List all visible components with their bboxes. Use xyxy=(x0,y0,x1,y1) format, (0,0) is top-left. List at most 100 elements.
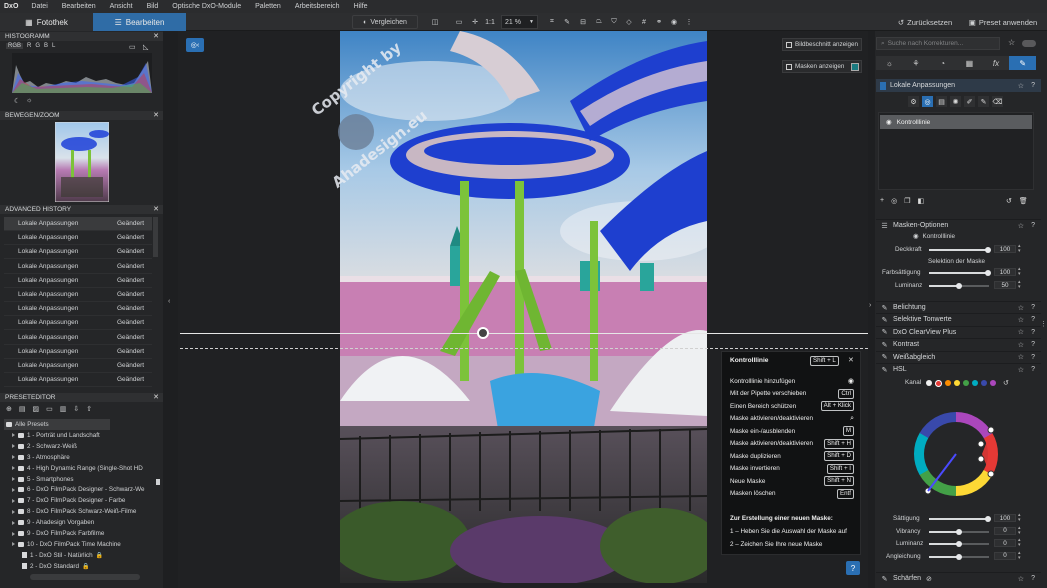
channel-yellow-dot[interactable] xyxy=(954,380,960,386)
grid-overlay-icon[interactable]: # xyxy=(639,15,649,29)
radial-tool-icon[interactable]: ✺ xyxy=(950,96,961,107)
help-icon[interactable]: ? xyxy=(1031,366,1035,373)
menu-datei[interactable]: Datei xyxy=(31,3,47,10)
star-icon[interactable]: ☆ xyxy=(1018,316,1024,324)
opacity-stepper[interactable]: ▴ ▾ xyxy=(1018,244,1021,254)
history-row[interactable]: Lokale Anpassungen Geändert xyxy=(4,245,152,260)
history-row[interactable]: Lokale Anpassungen Geändert xyxy=(4,302,152,317)
collapse-right-icon[interactable]: › xyxy=(869,302,871,309)
control-line-guide[interactable] xyxy=(180,348,868,349)
expand-icon[interactable] xyxy=(12,444,15,449)
section-sun[interactable]: ✎ Belichtung ☆? xyxy=(876,301,1041,313)
luminance-stepper[interactable]: ▴ ▾ xyxy=(1018,280,1021,290)
preset-item[interactable]: 2 - DxO Standard 🔒 xyxy=(22,561,89,572)
close-icon[interactable]: ✕ xyxy=(153,393,159,401)
moon-icon[interactable]: ☾ xyxy=(14,97,20,105)
crop-icon[interactable]: ⌗ xyxy=(547,15,557,29)
eye-slash-icon[interactable]: ⊘ xyxy=(926,575,932,583)
light-tab-icon[interactable]: ☼ xyxy=(876,56,903,70)
preset-item[interactable]: 9 - DxO FilmPack Farbfilme xyxy=(12,528,104,539)
section-clearview[interactable]: ✎ DxO ClearView Plus ☆? xyxy=(876,325,1041,338)
compare-button[interactable]: ◐ Vergleichen xyxy=(352,15,418,29)
channel-blue-dot[interactable] xyxy=(981,380,987,386)
local-tab-icon[interactable]: ✎ xyxy=(1009,56,1037,70)
hsl-color-wheel[interactable] xyxy=(910,408,1002,500)
menu-optische-module[interactable]: Optische DxO-Module xyxy=(172,3,241,10)
mask-list-item[interactable]: ◉ Kontrolllinie xyxy=(880,115,1032,129)
preset-item[interactable]: 3 - Atmosphäre xyxy=(12,452,70,463)
preset-item[interactable]: 1 - DxO Stil - Natürlich 🔒 xyxy=(22,550,103,561)
geometry-tab-icon[interactable]: ▦ xyxy=(956,56,983,70)
trash-icon[interactable]: 🗑 xyxy=(1019,197,1028,205)
menu-bearbeiten[interactable]: Bearbeiten xyxy=(62,3,96,10)
opacity-slider[interactable] xyxy=(929,247,991,253)
preset-item[interactable]: 4 - High Dynamic Range (Single-Shot HD xyxy=(12,463,143,474)
close-icon[interactable]: ✕ xyxy=(153,111,159,119)
expand-icon[interactable] xyxy=(12,477,15,481)
save-preset-icon[interactable]: ▤ xyxy=(19,405,26,413)
navigator-thumbnail[interactable] xyxy=(55,122,109,202)
expand-icon[interactable] xyxy=(12,487,15,492)
history-row[interactable]: Lokale Anpassungen Geändert xyxy=(4,345,152,359)
hsl-stepper[interactable]: ▴ ▾ xyxy=(1018,525,1021,536)
history-scrollbar[interactable] xyxy=(153,217,158,257)
import-icon[interactable]: ⇩ xyxy=(73,405,79,413)
visibility-icon[interactable]: ◎ xyxy=(891,197,897,205)
preset-item[interactable]: 5 - Smartphones xyxy=(12,474,74,485)
invert-icon[interactable]: ◧ xyxy=(917,197,924,205)
expand-icon[interactable] xyxy=(12,466,15,471)
channel-r[interactable]: R xyxy=(27,43,31,49)
expand-icon[interactable] xyxy=(12,542,15,547)
delete-icon[interactable]: ▥ xyxy=(60,405,67,413)
reset-icon[interactable]: ↺ xyxy=(1006,197,1012,205)
help-icon[interactable]: ? xyxy=(1031,575,1035,582)
luminance-sel-slider[interactable] xyxy=(929,283,989,289)
move-icon[interactable]: ✛ xyxy=(470,15,480,29)
section-contrast[interactable]: ✎ Kontrast ☆? xyxy=(876,338,1041,350)
luminance-sel-value[interactable]: 50 xyxy=(994,281,1016,289)
fit-screen-icon[interactable]: ▭ xyxy=(454,15,464,29)
folder-icon[interactable]: ▭ xyxy=(46,405,53,413)
more-icon[interactable]: ⋮ xyxy=(684,15,694,29)
reset-icon[interactable]: ↺ xyxy=(1003,379,1009,387)
close-icon[interactable]: ✕ xyxy=(153,32,159,40)
eraser-icon[interactable]: ⌫ xyxy=(992,96,1003,107)
mask-options-header[interactable]: ☰ Masken-Optionen ☆ ? xyxy=(876,219,1041,231)
channel-magenta-dot[interactable] xyxy=(990,380,996,386)
star-icon[interactable]: ☆ xyxy=(1018,575,1024,583)
eyedropper-icon[interactable]: ✎ xyxy=(562,15,572,29)
star-icon[interactable]: ☆ xyxy=(1018,82,1024,90)
new-preset-icon[interactable]: ⊕ xyxy=(6,405,12,413)
expand-icon[interactable] xyxy=(12,433,15,438)
history-row[interactable]: Lokale Anpassungen Geändert xyxy=(4,260,152,274)
zoom-select[interactable]: 21 % ▼ xyxy=(501,15,538,29)
expand-icon[interactable] xyxy=(12,531,15,536)
hsl-slider-value[interactable]: 100 xyxy=(994,514,1016,522)
channel-red-dot[interactable] xyxy=(935,379,942,387)
section-tone[interactable]: ✎ Selektive Tonwerte ☆? xyxy=(876,313,1041,325)
toggle-switch[interactable] xyxy=(1022,40,1036,47)
saturation-sel-value[interactable]: 100 xyxy=(994,268,1016,276)
brush-tool-icon[interactable]: ✐ xyxy=(964,96,975,107)
hsl-stepper[interactable]: ▴ ▾ xyxy=(1018,513,1021,523)
hsl-slider[interactable] xyxy=(929,553,989,560)
hsl-slider[interactable] xyxy=(929,541,989,548)
expand-icon[interactable] xyxy=(12,498,15,503)
star-icon[interactable]: ☆ xyxy=(1018,328,1024,336)
tab-bearbeiten[interactable]: ☰ Bearbeiten xyxy=(93,13,186,31)
mask-toggle[interactable]: Masken anzeigen xyxy=(782,60,862,73)
search-input[interactable]: ⌕ Suche nach Korrekturen... xyxy=(876,37,1000,50)
star-icon[interactable]: ☆ xyxy=(1018,353,1024,361)
auto-brush-icon[interactable]: ✎ xyxy=(978,96,989,107)
image-preset-icon[interactable]: ▨ xyxy=(33,405,40,413)
sun-icon[interactable]: ☼ xyxy=(26,97,32,104)
preset-item[interactable]: 2 - Schwarz-Weiß xyxy=(12,441,77,452)
saturation-sel-slider[interactable] xyxy=(929,270,991,276)
history-row[interactable]: Lokale Anpassungen Geändert xyxy=(4,373,152,388)
export-icon[interactable]: ⇧ xyxy=(86,405,92,413)
star-icon[interactable]: ☆ xyxy=(1008,38,1015,47)
preset-item[interactable]: 8 - DxO FilmPack Schwarz-Weiß-Filme xyxy=(12,506,136,517)
menu-arbeitsbereich[interactable]: Arbeitsbereich xyxy=(295,3,340,10)
mask-checkbox[interactable] xyxy=(786,63,792,70)
preset-hscrollbar[interactable] xyxy=(30,574,140,580)
